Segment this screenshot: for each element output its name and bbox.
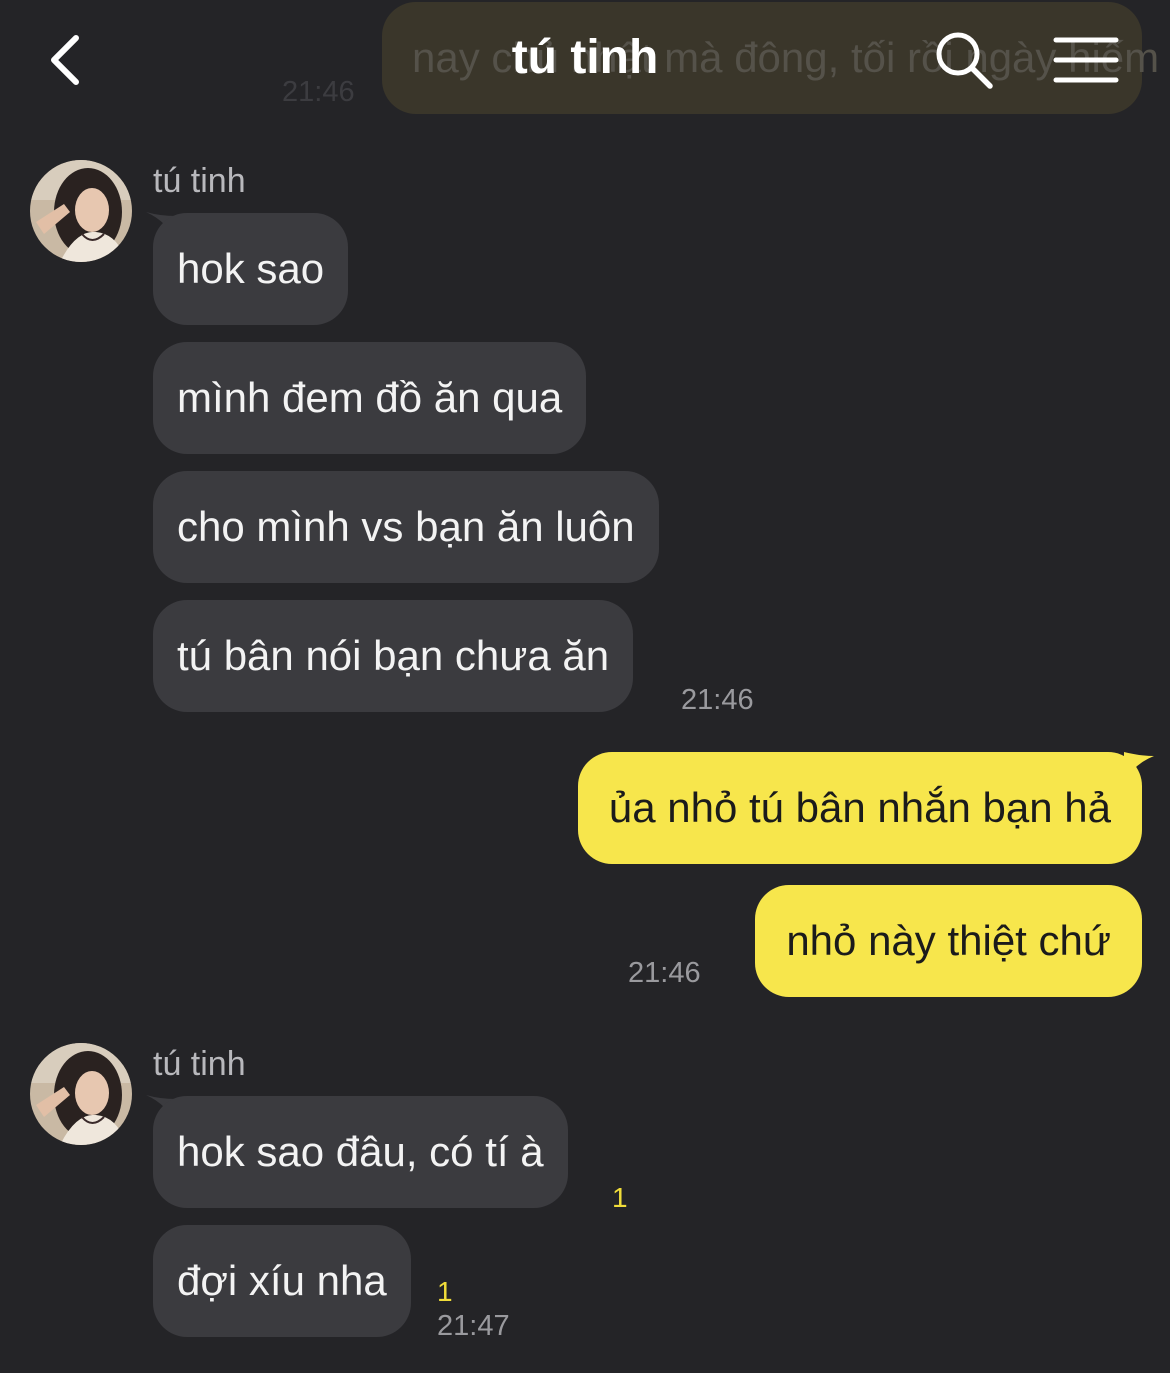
avatar[interactable]	[30, 160, 132, 262]
ghost-timestamp: 21:46	[282, 76, 355, 108]
message-bubble-incoming[interactable]: đợi xíu nha	[153, 1225, 411, 1337]
menu-icon	[1053, 37, 1119, 83]
message-timestamp: 21:46	[628, 957, 701, 989]
message-bubble-incoming[interactable]: tú bân nói bạn chưa ăn	[153, 600, 634, 712]
back-button[interactable]	[40, 28, 96, 92]
sender-name: tú tinh	[153, 162, 246, 200]
message-timestamp: 21:46	[681, 684, 754, 716]
search-button[interactable]	[930, 26, 998, 94]
unread-count: 1	[612, 1182, 628, 1213]
message-bubble-incoming[interactable]: mình đem đồ ăn qua	[153, 342, 587, 454]
chat-title: tú tinh	[511, 31, 659, 84]
message-bubble-incoming[interactable]: hok sao	[153, 213, 349, 325]
message-bubble-outgoing[interactable]: ủa nhỏ tú bân nhắn bạn hả	[577, 752, 1142, 864]
message-bubble-incoming[interactable]: hok sao đâu, có tí à	[153, 1096, 568, 1208]
search-icon	[936, 32, 993, 89]
message-timestamp: 21:47	[437, 1310, 510, 1342]
profile-photo-icon	[30, 160, 132, 262]
profile-photo-icon	[30, 1043, 132, 1145]
menu-button[interactable]	[1048, 30, 1124, 90]
message-bubble-outgoing[interactable]: nhỏ này thiệt chứ	[755, 885, 1142, 997]
message-bubble-incoming[interactable]: cho mình vs bạn ăn luôn	[153, 471, 659, 583]
unread-count: 1	[437, 1276, 453, 1307]
sender-name: tú tinh	[153, 1045, 246, 1083]
chevron-left-icon	[51, 35, 79, 85]
avatar[interactable]	[30, 1043, 132, 1145]
